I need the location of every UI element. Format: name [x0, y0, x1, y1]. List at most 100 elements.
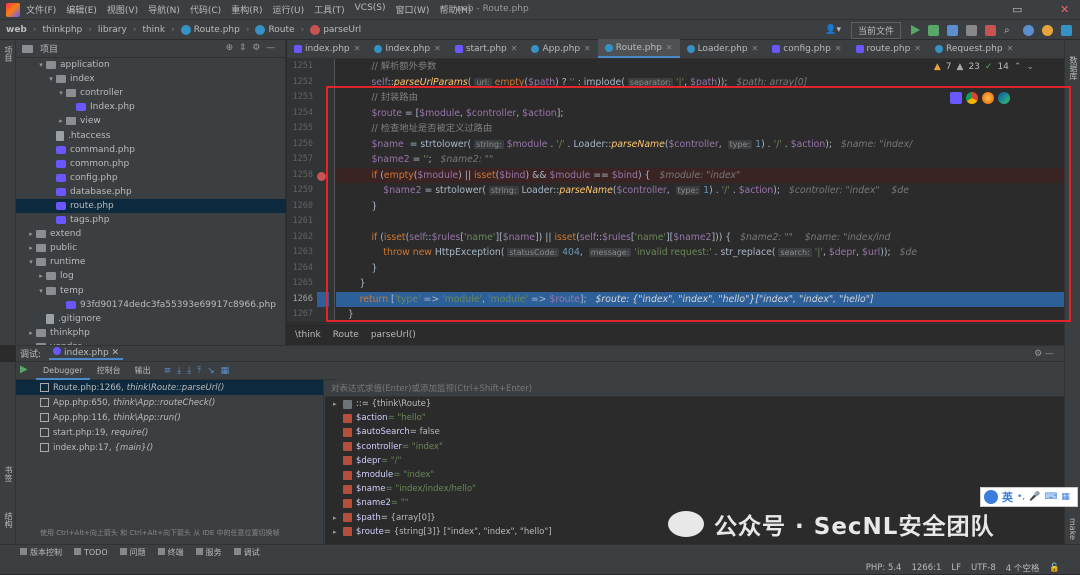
- editor-tab[interactable]: App.php ✕: [524, 39, 597, 58]
- user-icon[interactable]: 👤▾: [825, 25, 841, 35]
- variable-row[interactable]: $name = "index/index/hello": [325, 482, 1064, 496]
- crumb-thinkphp[interactable]: thinkphp ›: [42, 25, 91, 35]
- lock-icon[interactable]: 🔓: [1049, 563, 1060, 573]
- tool-window-button[interactable]: 服务: [195, 547, 222, 558]
- close-tab-icon[interactable]: ✕: [1007, 44, 1014, 53]
- expand-arrow-icon[interactable]: ▸: [333, 400, 343, 408]
- tree-item[interactable]: config.php: [16, 171, 286, 185]
- variable-row[interactable]: $module = "index": [325, 468, 1064, 482]
- gear-icon[interactable]: ⚙: [252, 43, 260, 53]
- keyboard-icon[interactable]: ⌨: [1044, 492, 1057, 502]
- project-tool-label[interactable]: 项目: [3, 46, 14, 62]
- expand-arrow-icon[interactable]: ▸: [333, 528, 343, 536]
- menu-item[interactable]: 视图(V): [107, 3, 138, 16]
- line-number[interactable]: 1252: [287, 77, 313, 87]
- stop-icon[interactable]: [985, 24, 996, 36]
- editor-tab[interactable]: Route.php ✕: [597, 39, 680, 58]
- tool-window-button[interactable]: 调试: [233, 547, 260, 558]
- breadcrumb-namespace[interactable]: \think: [295, 330, 321, 340]
- resume-icon[interactable]: ▶: [20, 364, 28, 375]
- menu-item[interactable]: 编辑(E): [66, 3, 97, 16]
- edge-icon[interactable]: [998, 92, 1010, 104]
- bookmarks-tool-label[interactable]: 书签: [3, 466, 14, 482]
- line-number[interactable]: 1267: [287, 309, 313, 319]
- close-tab-icon[interactable]: ✕: [914, 44, 921, 53]
- expand-arrow-icon[interactable]: ▸: [26, 329, 36, 337]
- variable-row[interactable]: $controller = "index": [325, 440, 1064, 454]
- ime-lang[interactable]: 英: [1002, 489, 1013, 505]
- expand-arrow-icon[interactable]: ▸: [36, 272, 46, 280]
- tree-item[interactable]: ▾ runtime: [16, 255, 286, 269]
- expand-arrow-icon[interactable]: ▾: [36, 61, 46, 69]
- tree-item[interactable]: Index.php: [16, 100, 286, 114]
- punct-icon[interactable]: •,: [1017, 492, 1025, 502]
- collapse-icon[interactable]: ⇕: [239, 43, 247, 53]
- line-number[interactable]: 1257: [287, 154, 313, 164]
- menu-item[interactable]: 重构(R): [231, 3, 262, 16]
- project-title[interactable]: 项目: [40, 42, 58, 55]
- run-icon[interactable]: [911, 25, 920, 35]
- status-item[interactable]: LF: [951, 563, 961, 573]
- variable-row[interactable]: $action = "hello": [325, 411, 1064, 425]
- variable-row[interactable]: ▸:: = {think\Route}: [325, 397, 1064, 411]
- editor-tab[interactable]: Request.php ✕: [928, 39, 1020, 58]
- close-tab-icon[interactable]: ✕: [584, 44, 591, 53]
- menu-item[interactable]: 导航(N): [148, 3, 180, 16]
- line-number[interactable]: 1251: [287, 61, 313, 71]
- evaluate-input[interactable]: 对表达式求值(Enter)或添加监视(Ctrl+Shift+Enter): [325, 380, 1064, 397]
- tree-item[interactable]: tags.php: [16, 213, 286, 227]
- close-tab-icon[interactable]: ✕: [434, 44, 441, 53]
- update-icon[interactable]: [1042, 24, 1053, 36]
- tree-item[interactable]: route.php: [16, 198, 286, 214]
- debug-icon[interactable]: [928, 24, 939, 36]
- line-number[interactable]: 1253: [287, 92, 313, 102]
- tree-item[interactable]: ▾ index: [16, 72, 286, 86]
- line-number[interactable]: 1263: [287, 247, 313, 257]
- minimize-icon[interactable]: ▭: [1012, 3, 1022, 16]
- tree-item[interactable]: .gitignore: [16, 312, 286, 326]
- breadcrumb-class[interactable]: Route: [333, 330, 359, 340]
- expand-arrow-icon[interactable]: ▾: [46, 75, 56, 83]
- tree-item[interactable]: ▾ temp: [16, 284, 286, 298]
- tool-window-button[interactable]: 版本控制: [20, 547, 62, 558]
- inspection-widget[interactable]: ▲ 7 ▲ 23 ✓ 14 ⌃ ⌄: [934, 62, 1034, 72]
- tree-item[interactable]: command.php: [16, 143, 286, 157]
- close-icon[interactable]: ✕: [1060, 3, 1069, 16]
- menu-item[interactable]: 代码(C): [190, 3, 221, 16]
- tree-item[interactable]: database.php: [16, 185, 286, 199]
- mic-icon[interactable]: 🎤: [1029, 492, 1040, 502]
- tree-item[interactable]: ▸ thinkphp: [16, 326, 286, 340]
- line-number[interactable]: 1255: [287, 123, 313, 133]
- expand-arrow-icon[interactable]: ▾: [56, 89, 66, 97]
- status-item[interactable]: 1266:1: [911, 563, 941, 573]
- stack-frame[interactable]: App.php:650, think\App::routeCheck(): [16, 395, 323, 410]
- close-tab-icon[interactable]: ✕: [354, 44, 361, 53]
- menu-item[interactable]: 工具(T): [314, 3, 345, 16]
- console-tab[interactable]: 控制台: [90, 365, 128, 376]
- make-tool-label[interactable]: make: [1068, 518, 1077, 540]
- expand-arrow-icon[interactable]: ▸: [333, 514, 343, 522]
- tree-item[interactable]: ▸ log: [16, 269, 286, 283]
- tree-item[interactable]: common.php: [16, 157, 286, 171]
- editor-tab[interactable]: start.php ✕: [448, 39, 525, 58]
- crumb-library[interactable]: library ›: [98, 25, 137, 35]
- stack-frame[interactable]: index.php:17, {main}(): [16, 440, 323, 455]
- grid-icon[interactable]: ▦: [1061, 492, 1070, 502]
- expand-arrow-icon[interactable]: ▾: [36, 287, 46, 295]
- line-number[interactable]: 1265: [287, 278, 313, 288]
- variable-row[interactable]: $depr = "/": [325, 454, 1064, 468]
- tree-item[interactable]: ▸ public: [16, 241, 286, 255]
- chevron-up-icon[interactable]: ⌃: [1014, 62, 1022, 72]
- tree-item[interactable]: ▸ view: [16, 114, 286, 128]
- settings-icon[interactable]: [1023, 24, 1034, 36]
- tree-item[interactable]: ▾ controller: [16, 86, 286, 100]
- stack-frame[interactable]: start.php:19, require(): [16, 425, 323, 440]
- crumb-think[interactable]: think ›: [142, 25, 174, 35]
- tree-item[interactable]: .htaccess: [16, 128, 286, 142]
- breakpoint-icon[interactable]: [317, 171, 326, 181]
- expand-arrow-icon[interactable]: ▸: [26, 230, 36, 238]
- variable-row[interactable]: $autoSearch = false: [325, 425, 1064, 439]
- editor-tab[interactable]: route.php ✕: [849, 39, 928, 58]
- line-number[interactable]: 1264: [287, 263, 313, 273]
- crumb-route-class[interactable]: Route ›: [255, 24, 304, 35]
